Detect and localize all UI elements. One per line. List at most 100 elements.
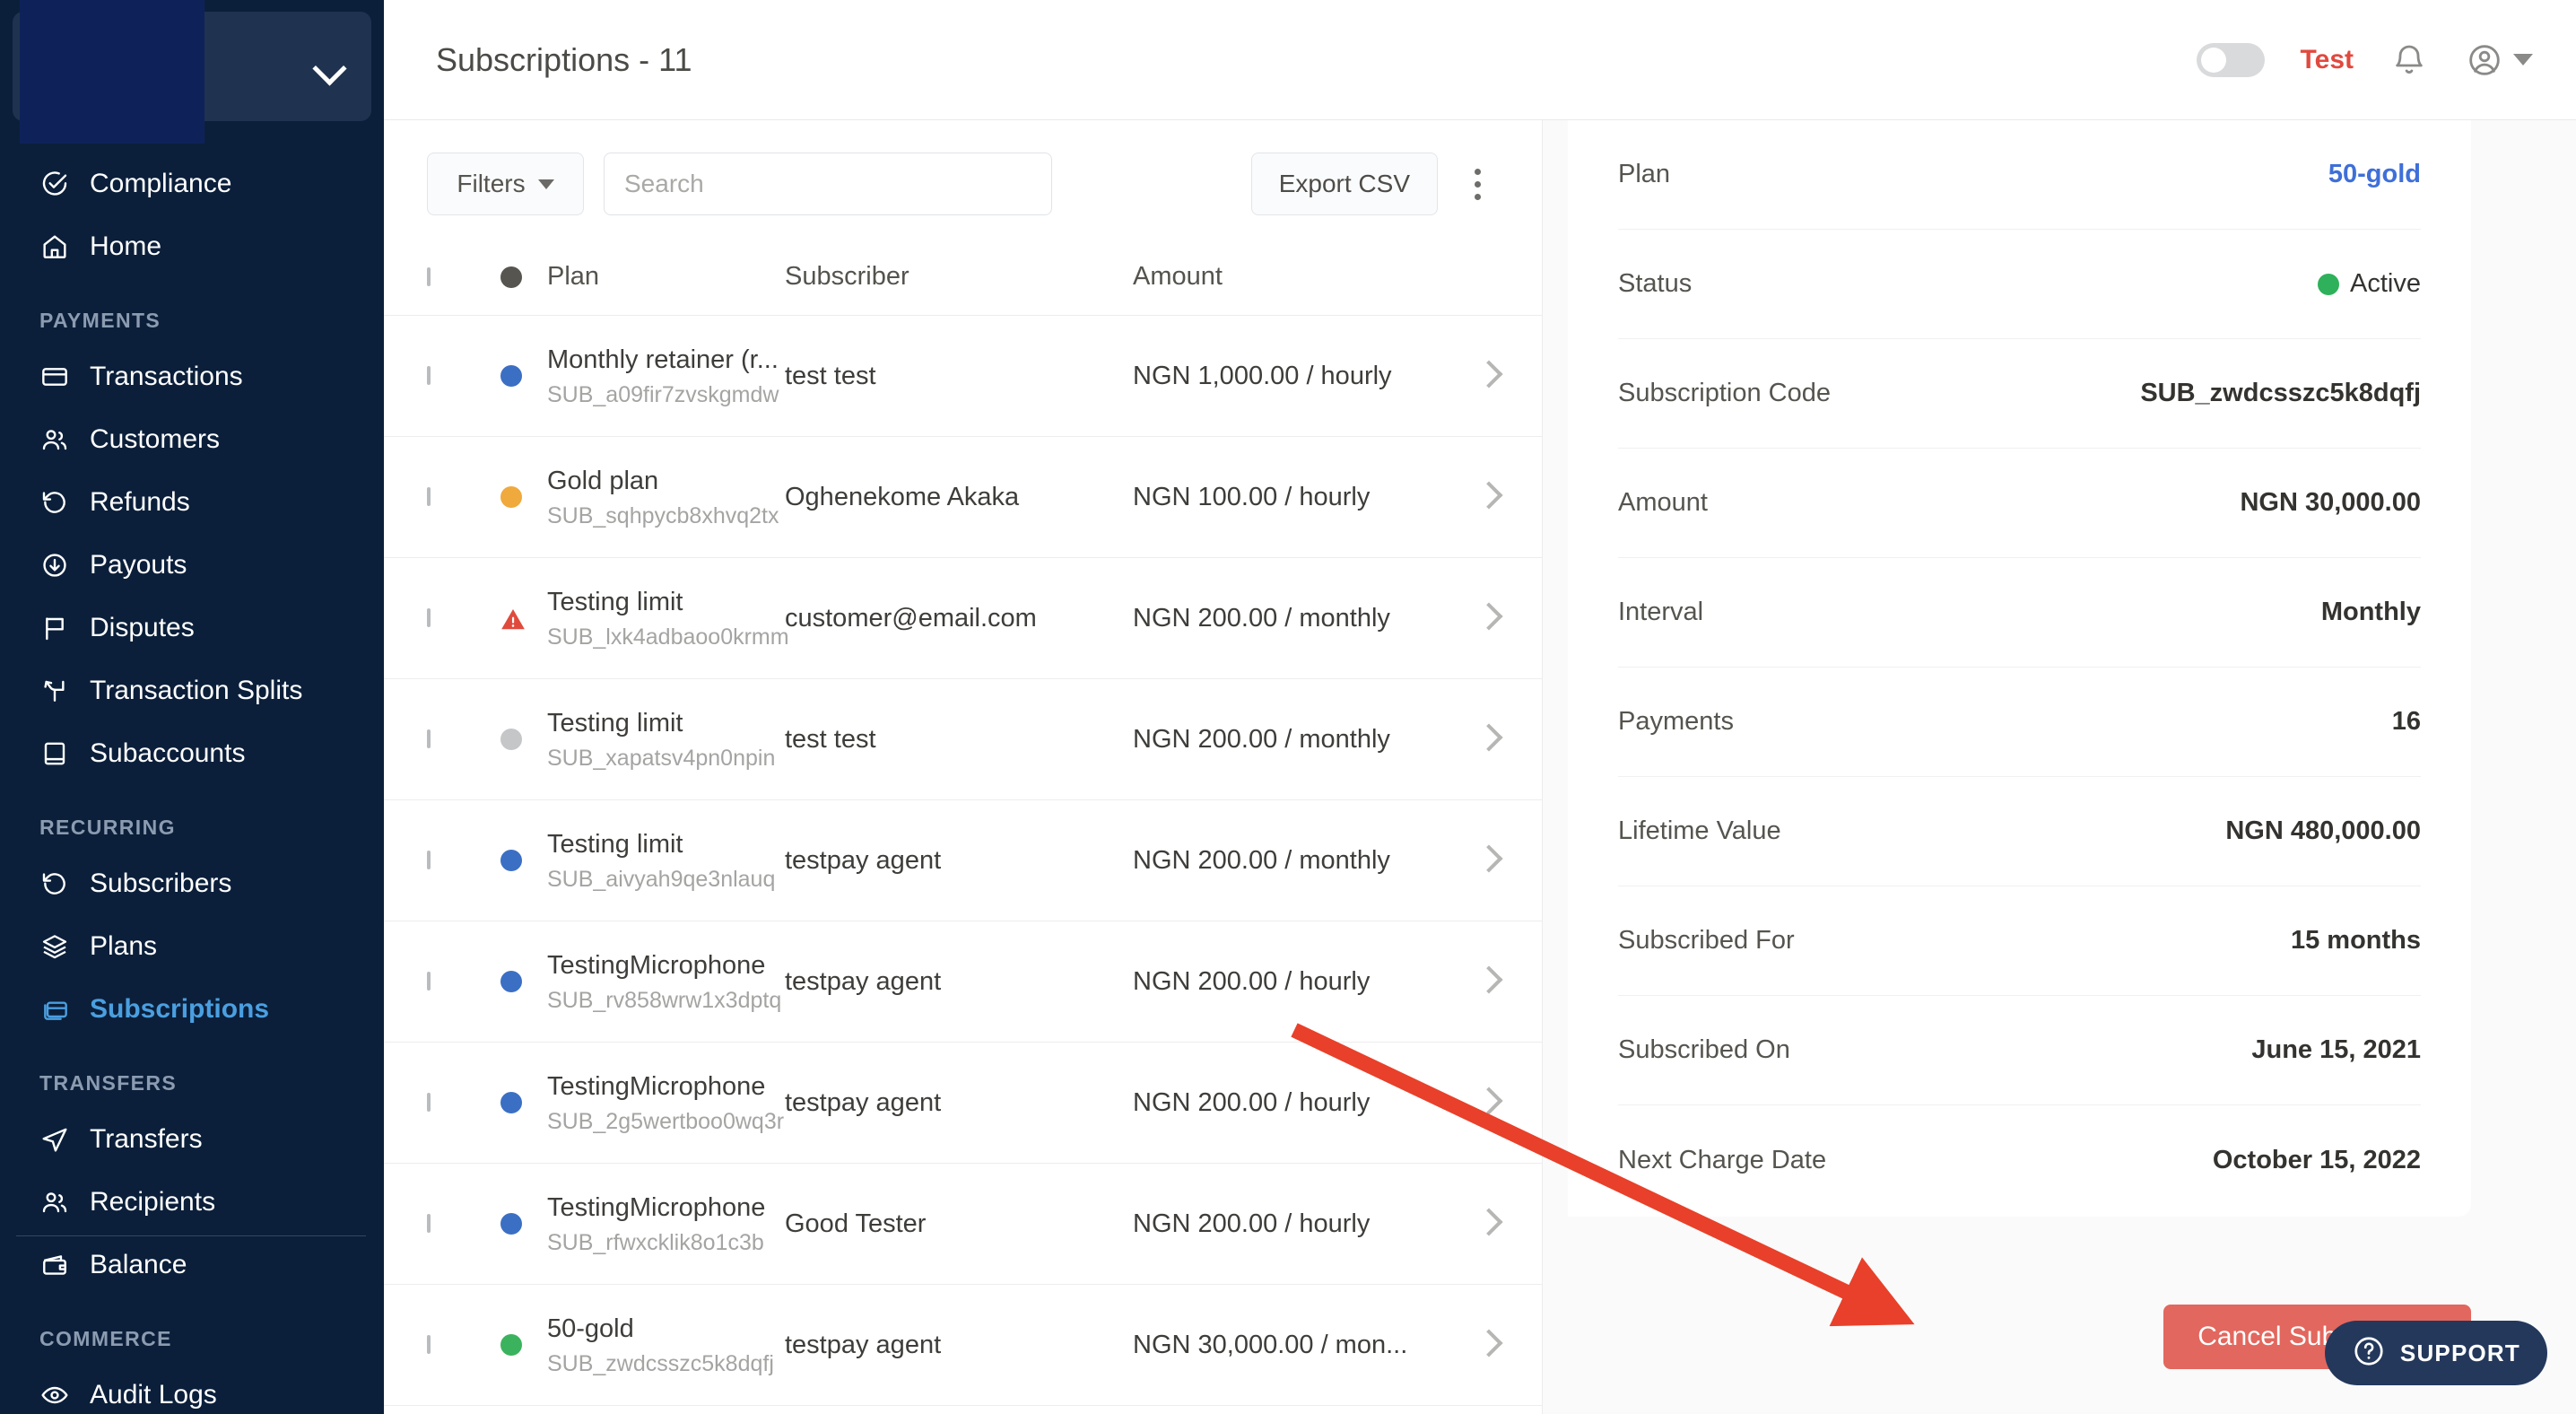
- export-csv-label: Export CSV: [1278, 170, 1410, 197]
- detail-value-wrap: October 15, 2022: [2213, 1146, 2421, 1175]
- row-checkbox[interactable]: [427, 851, 431, 869]
- detail-row: Next Charge Date October 15, 2022: [1618, 1105, 2421, 1215]
- detail-card: Plan 50-gold Status Active Subscription Code…: [1568, 120, 2471, 1217]
- send-icon: [39, 1124, 70, 1155]
- table-row[interactable]: Monthly retainer (r... SUB_a09fir7zvskgmd…: [384, 316, 1542, 437]
- search-input[interactable]: [604, 153, 1052, 215]
- sidebar-item-home[interactable]: Home: [0, 215, 384, 278]
- row-amount: NGN 200.00 / hourly: [1133, 1209, 1371, 1238]
- row-subscription-code: SUB_rv858wrw1x3dptq: [547, 988, 782, 1014]
- row-subscription-code: SUB_rfwxcklik8o1c3b: [547, 1230, 764, 1256]
- row-subscription-code: SUB_aivyah9qe3nlauq: [547, 867, 776, 893]
- row-select-cell: [427, 851, 500, 869]
- row-plan-name: Testing limit: [547, 829, 683, 859]
- sidebar-item-refunds[interactable]: Refunds: [0, 471, 384, 534]
- table-row[interactable]: TestingMicrophone SUB_2g5wertboo0wq3r test…: [384, 1043, 1542, 1164]
- row-checkbox[interactable]: [427, 1214, 431, 1233]
- row-subscription-code: SUB_lxk4adbaoo0krmm: [547, 624, 789, 650]
- sidebar-item-label: Refunds: [90, 487, 190, 517]
- row-checkbox[interactable]: [427, 972, 431, 991]
- detail-value-wrap: NGN 480,000.00: [2225, 816, 2421, 846]
- sidebar-item-balance[interactable]: Balance: [0, 1234, 384, 1296]
- account-menu[interactable]: [2465, 40, 2533, 80]
- detail-value-wrap: Monthly: [2321, 598, 2421, 627]
- sidebar-item-label: Balance: [90, 1250, 187, 1279]
- sidebar-item-transactions[interactable]: Transactions: [0, 345, 384, 408]
- select-all-checkbox[interactable]: [427, 266, 431, 286]
- export-csv-button[interactable]: Export CSV: [1250, 153, 1438, 215]
- row-subscriber: testpay agent: [785, 1087, 942, 1117]
- content-area: Filters Export CSV: [384, 120, 2576, 1414]
- table-row[interactable]: Testing limit SUB_aivyah9qe3nlauq testpay …: [384, 800, 1542, 921]
- table-row[interactable]: Testing limit SUB_xapatsv4pn0npin test tes…: [384, 679, 1542, 800]
- sidebar-item-plans[interactable]: Plans: [0, 915, 384, 978]
- sidebar-section-recurring: RECURRING: [39, 816, 176, 839]
- sidebar-section-commerce: COMMERCE: [39, 1327, 172, 1350]
- row-checkbox[interactable]: [427, 1335, 431, 1354]
- row-plan-cell: Gold plan SUB_sqhpycb8xhvq2tx: [547, 465, 785, 529]
- sidebar-item-recipients[interactable]: Recipients: [0, 1171, 384, 1234]
- sidebar-item-label: Subscriptions: [90, 994, 270, 1024]
- test-mode-toggle[interactable]: [2196, 42, 2265, 77]
- detail-value-wrap: 15 months: [2291, 926, 2421, 956]
- column-header-plan: Plan: [547, 262, 600, 291]
- row-checkbox[interactable]: [427, 366, 431, 385]
- detail-label: Status: [1618, 269, 1693, 298]
- row-checkbox[interactable]: [427, 608, 431, 627]
- row-status-cell: [500, 1213, 547, 1235]
- sidebar-item-label: Payouts: [90, 550, 187, 580]
- detail-value-wrap: Active: [2318, 269, 2421, 299]
- detail-value: NGN 30,000.00: [2240, 488, 2421, 517]
- detail-label: Plan: [1618, 160, 1671, 188]
- row-plan-name: TestingMicrophone: [547, 1192, 766, 1222]
- support-label: SUPPORT: [2399, 1339, 2520, 1366]
- detail-value: 50-gold: [2328, 160, 2421, 188]
- row-subscriber: test test: [785, 361, 876, 390]
- row-status-cell: [500, 1092, 547, 1113]
- detail-label: Payments: [1618, 707, 1734, 736]
- kebab-menu-icon[interactable]: [1458, 168, 1497, 200]
- detail-value: Monthly: [2320, 598, 2421, 626]
- app-root: s & ... Compliance: [0, 0, 2576, 1414]
- sidebar-item-subaccounts[interactable]: Subaccounts: [0, 722, 384, 785]
- filters-button[interactable]: Filters: [427, 153, 584, 215]
- row-plan-name: Testing limit: [547, 708, 683, 738]
- warning-triangle-icon: [500, 607, 526, 630]
- detail-value-wrap[interactable]: 50-gold: [2328, 160, 2421, 189]
- detail-value-wrap: June 15, 2021: [2251, 1035, 2421, 1065]
- bell-icon[interactable]: [2389, 40, 2429, 80]
- row-amount: NGN 200.00 / hourly: [1133, 1087, 1371, 1117]
- sidebar-item-disputes[interactable]: Disputes: [0, 597, 384, 659]
- row-checkbox[interactable]: [427, 487, 431, 506]
- detail-row: Plan 50-gold: [1618, 120, 2421, 230]
- row-select-cell: [427, 1335, 500, 1354]
- sidebar-item-compliance[interactable]: Compliance: [0, 153, 384, 215]
- row-status-cell: [500, 850, 547, 871]
- row-subscriber: testpay agent: [785, 845, 942, 875]
- sidebar-item-payouts[interactable]: Payouts: [0, 534, 384, 597]
- sidebar-item-subscribers[interactable]: Subscribers: [0, 852, 384, 915]
- table-row[interactable]: TestingMicrophone SUB_rfwxcklik8o1c3b Good…: [384, 1164, 1542, 1285]
- status-dot-icon: [500, 850, 522, 871]
- sidebar-item-customers[interactable]: Customers: [0, 408, 384, 471]
- sidebar-item-subscriptions[interactable]: Subscriptions: [0, 978, 384, 1041]
- detail-row: Status Active: [1618, 230, 2421, 339]
- table-row[interactable]: TestingMicrophone SUB_rv858wrw1x3dptq test…: [384, 921, 1542, 1043]
- support-widget-button[interactable]: SUPPORT: [2324, 1321, 2547, 1385]
- row-select-cell: [427, 608, 500, 627]
- table-row[interactable]: Gold plan SUB_sqhpycb8xhvq2tx Oghenekome A…: [384, 437, 1542, 558]
- sidebar-item-transaction-splits[interactable]: Transaction Splits: [0, 659, 384, 722]
- sidebar-item-audit-logs[interactable]: Audit Logs: [0, 1364, 384, 1414]
- book-icon: [39, 738, 70, 769]
- row-checkbox[interactable]: [427, 1093, 431, 1112]
- row-checkbox[interactable]: [427, 729, 431, 748]
- row-plan-name: TestingMicrophone: [547, 950, 766, 980]
- detail-value-wrap: SUB_zwdcsszc5k8dqfj: [2140, 379, 2421, 408]
- table-row[interactable]: Testing limit SUB_lxk4adbaoo0krmm customer…: [384, 558, 1542, 679]
- sidebar-item-transfers[interactable]: Transfers: [0, 1108, 384, 1171]
- detail-row: Subscription Code SUB_zwdcsszc5k8dqfj: [1618, 339, 2421, 449]
- row-subscriber: Good Tester: [785, 1209, 927, 1238]
- row-status-cell: [500, 729, 547, 750]
- table-row[interactable]: 50-gold SUB_zwdcsszc5k8dqfj testpay agent N…: [384, 1285, 1542, 1406]
- subscriptions-list: Filters Export CSV: [384, 120, 1543, 1414]
